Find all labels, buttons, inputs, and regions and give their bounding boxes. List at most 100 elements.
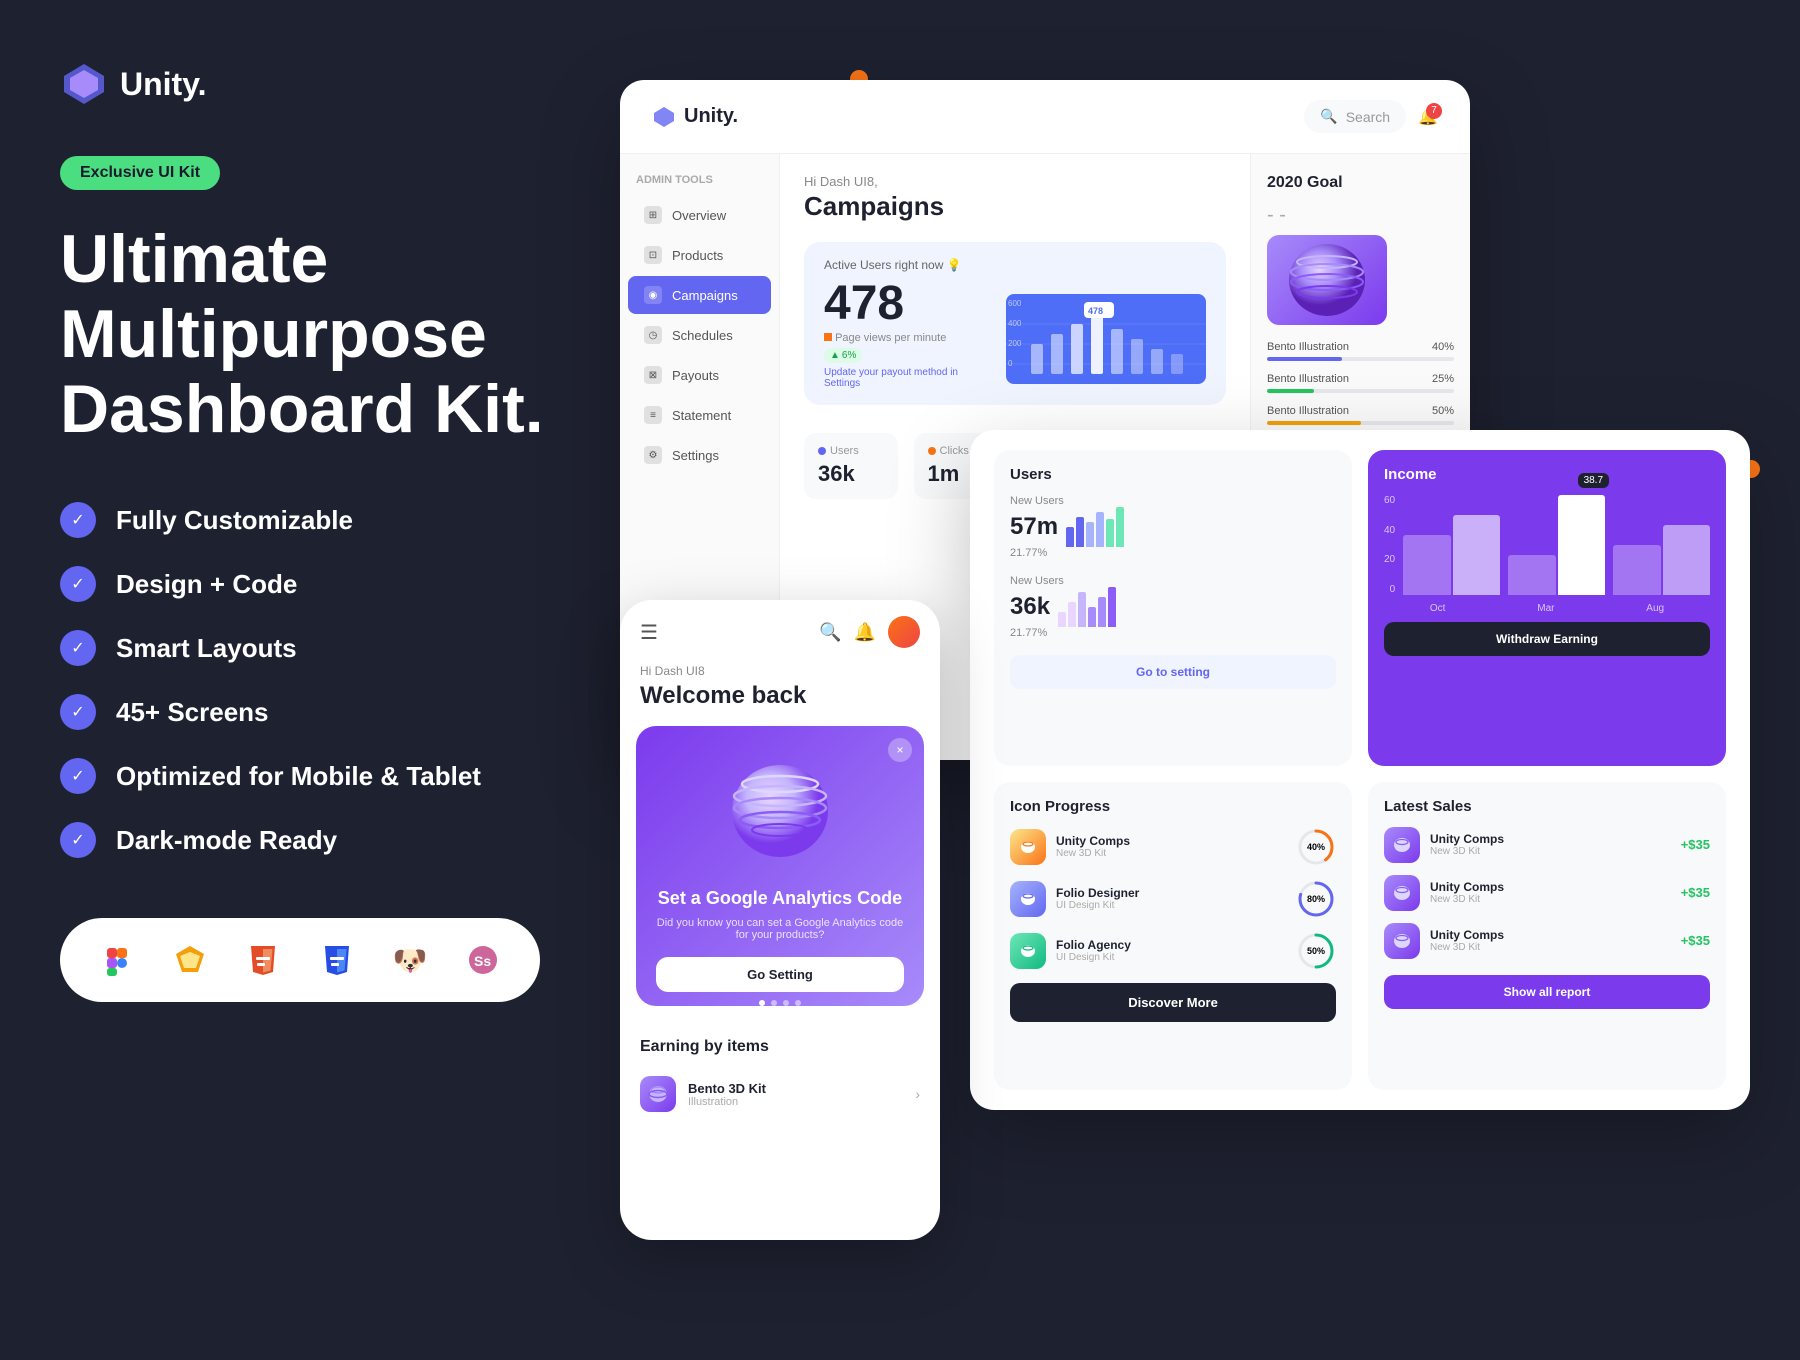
sidebar-item-payouts[interactable]: ⊠ Payouts <box>628 356 771 394</box>
secondary-dashboard-body: Users New Users 57m <box>970 430 1750 1110</box>
goal-title: 2020 Goal <box>1267 174 1454 192</box>
search-bar[interactable]: 🔍 Search <box>1304 100 1406 133</box>
progress-info-3: Folio Agency UI Design Kit <box>1056 938 1286 963</box>
progress-label-row: Bento Illustration 25% <box>1267 373 1454 385</box>
promo-pagination <box>656 1000 904 1006</box>
page-title: Campaigns <box>804 191 1226 222</box>
active-users-card: Active Users right now 💡 478 Page views … <box>804 242 1226 405</box>
latest-sales-section: Latest Sales Unity Comps New 3D Kit +$35 <box>1368 782 1726 1091</box>
feature-text: 45+ Screens <box>116 697 269 728</box>
chevron-right-icon: › <box>915 1086 920 1102</box>
promo-close-button[interactable]: × <box>888 738 912 762</box>
logo-icon <box>60 60 108 108</box>
progress-fill <box>1267 357 1342 361</box>
sales-info-3: Unity Comps New 3D Kit <box>1430 928 1671 953</box>
update-link: Update your payout method in Settings <box>824 367 990 389</box>
feature-text: Design + Code <box>116 569 297 600</box>
metric-label: Users <box>818 445 884 457</box>
check-icon: ✓ <box>60 694 96 730</box>
brand-name: Unity. <box>120 66 207 103</box>
item-sub: Illustration <box>688 1096 903 1108</box>
feature-item: ✓ Optimized for Mobile & Tablet <box>60 758 620 794</box>
progress-info-1: Unity Comps New 3D Kit <box>1056 834 1286 859</box>
sidebar-item-statement[interactable]: ≡ Statement <box>628 396 771 434</box>
sidebar-item-campaigns[interactable]: ◉ Campaigns <box>628 276 771 314</box>
mobile-card: ☰ 🔍 🔔 Hi Dash UI8 Welcome back × <box>620 600 940 1240</box>
svg-text:200: 200 <box>1008 339 1022 348</box>
search-icon[interactable]: 🔍 <box>819 622 841 643</box>
bell-icon[interactable]: 🔔 <box>854 622 876 643</box>
latest-sales-title: Latest Sales <box>1384 798 1710 815</box>
feature-text: Dark-mode Ready <box>116 825 337 856</box>
item-icon <box>640 1076 676 1112</box>
sales-amount-1: +$35 <box>1681 837 1710 852</box>
svg-text:600: 600 <box>1008 299 1022 308</box>
exclusive-badge: Exclusive UI Kit <box>60 156 220 190</box>
orange-dot <box>824 333 832 341</box>
figma-icon <box>96 938 137 982</box>
dashboard-logo: Unity. <box>652 105 738 129</box>
mobile-greeting: Hi Dash UI8 <box>620 664 940 678</box>
new-users-stat-1: New Users 57m 21.77% <box>1010 495 1336 559</box>
page-views-label: Page views per minute <box>824 332 990 344</box>
promo-go-setting-button[interactable]: Go Setting <box>656 957 904 992</box>
metric-users: Users 36k <box>804 433 898 499</box>
hamburger-icon[interactable]: ☰ <box>640 620 658 645</box>
dot-4 <box>795 1000 801 1006</box>
income-chart-bars: 38.7 <box>1403 495 1710 595</box>
hero-title: Ultimate Multipurpose Dashboard Kit. <box>60 222 620 446</box>
y-axis: 60 40 20 0 <box>1384 495 1710 595</box>
svg-text:Ss: Ss <box>474 953 491 969</box>
income-section: Income 60 40 20 0 <box>1368 450 1726 766</box>
campaigns-icon: ◉ <box>644 286 662 304</box>
secondary-dashboard: Users New Users 57m <box>970 430 1750 1110</box>
active-users-chart: 600 400 200 0 <box>1006 294 1206 384</box>
sidebar-section-label: Admin Tools <box>620 174 779 194</box>
left-section: Unity. Exclusive UI Kit Ultimate Multipu… <box>60 60 620 1002</box>
feature-text: Optimized for Mobile & Tablet <box>116 761 481 792</box>
sales-info-1: Unity Comps New 3D Kit <box>1430 832 1671 857</box>
mobile-title: Welcome back <box>620 682 940 726</box>
feature-item: ✓ Design + Code <box>60 566 620 602</box>
income-tooltip: 38.7 <box>1578 473 1609 488</box>
icon-progress-title: Icon Progress <box>1010 798 1336 815</box>
notification-bell[interactable]: 🔔 7 <box>1418 107 1438 127</box>
progress-row-2: Folio Designer UI Design Kit 80% <box>1010 879 1336 919</box>
products-icon: ⊡ <box>644 246 662 264</box>
sidebar-item-overview[interactable]: ⊞ Overview <box>628 196 771 234</box>
progress-info-2: Folio Designer UI Design Kit <box>1056 886 1286 911</box>
css3-icon <box>316 938 357 982</box>
progress-icon-1 <box>1010 829 1046 865</box>
sidebar-item-settings[interactable]: ⚙ Settings <box>628 436 771 474</box>
withdraw-button[interactable]: Withdraw Earning <box>1384 622 1710 656</box>
sidebar-item-products[interactable]: ⊡ Products <box>628 236 771 274</box>
user-avatar[interactable] <box>888 616 920 648</box>
svg-text:400: 400 <box>1008 319 1022 328</box>
dashboard-header: Unity. 🔍 Search 🔔 7 <box>620 80 1470 154</box>
sass-icon: Ss <box>463 938 504 982</box>
notification-count: 7 <box>1426 103 1442 119</box>
pug-icon: 🐶 <box>389 938 430 982</box>
earning-info: Bento 3D Kit Illustration <box>688 1081 903 1108</box>
sales-icon-3 <box>1384 923 1420 959</box>
go-to-setting-link[interactable]: Go to setting <box>1010 655 1336 689</box>
feature-text: Fully Customizable <box>116 505 353 536</box>
search-icon: 🔍 <box>1320 108 1337 125</box>
secondary-grid: Users New Users 57m <box>994 450 1726 1090</box>
features-list: ✓ Fully Customizable ✓ Design + Code ✓ S… <box>60 502 620 858</box>
progress-row-1: Unity Comps New 3D Kit 40% <box>1010 827 1336 867</box>
sidebar-item-schedules[interactable]: ◷ Schedules <box>628 316 771 354</box>
item-name: Bento 3D Kit <box>688 1081 903 1096</box>
pct-badge: ▲ 6% <box>824 348 862 363</box>
progress-icon-3 <box>1010 933 1046 969</box>
sales-amount-3: +$35 <box>1681 933 1710 948</box>
mobile-nav-icons: 🔍 🔔 <box>819 616 920 648</box>
show-all-report-button[interactable]: Show all report <box>1384 975 1710 1009</box>
discover-more-button[interactable]: Discover More <box>1010 983 1336 1022</box>
metric-value: 36k <box>818 461 884 487</box>
update-payout: ▲ 6% <box>824 348 990 363</box>
sales-item-2: Unity Comps New 3D Kit +$35 <box>1384 875 1710 911</box>
sales-amount-2: +$35 <box>1681 885 1710 900</box>
check-icon: ✓ <box>60 758 96 794</box>
income-title: Income <box>1384 466 1710 483</box>
